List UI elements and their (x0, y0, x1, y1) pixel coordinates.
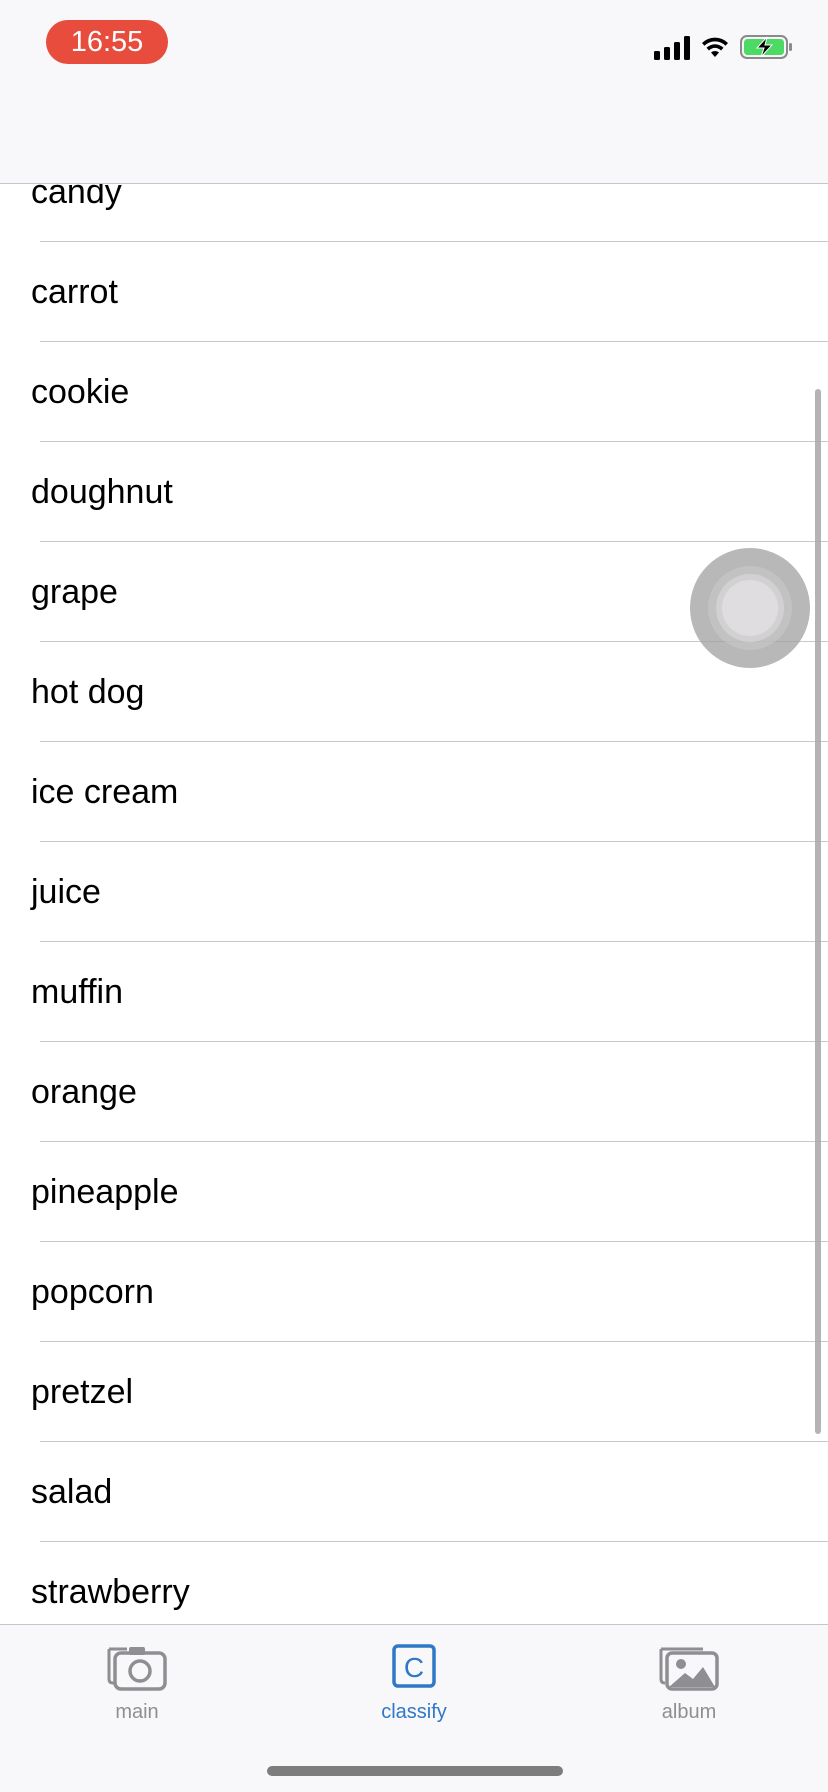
tab-album-label: album (661, 1701, 717, 1723)
app-screen: 16:55 candy carrot cookie doughnut grape hot … (0, 0, 828, 1792)
status-icons (654, 32, 794, 62)
list-item[interactable]: salad (0, 1442, 828, 1542)
list-item-label: popcorn (31, 1273, 154, 1311)
list-item-label: pineapple (31, 1173, 179, 1211)
svg-text:C: C (404, 1652, 424, 1683)
list-item[interactable]: ice cream (0, 742, 828, 842)
list-item-label: carrot (31, 273, 118, 311)
list-item[interactable]: pineapple (0, 1142, 828, 1242)
list-item-label: hot dog (31, 673, 145, 711)
category-list[interactable]: candy carrot cookie doughnut grape hot dog ice… (0, 184, 828, 1624)
list-item-label: candy (31, 184, 122, 211)
home-indicator[interactable] (267, 1766, 563, 1776)
list-item[interactable]: juice (0, 842, 828, 942)
list-item-label: muffin (31, 973, 123, 1011)
list-item[interactable]: carrot (0, 242, 828, 342)
list-item[interactable]: popcorn (0, 1242, 828, 1342)
status-time: 16:55 (46, 20, 168, 64)
classify-icon: C (392, 1644, 436, 1688)
list-item-label: cookie (31, 373, 130, 411)
battery-charging-icon (740, 35, 792, 59)
list-item[interactable]: strawberry (0, 1542, 828, 1624)
list-item[interactable]: cookie (0, 342, 828, 442)
tab-classify[interactable]: C classify (334, 1639, 494, 1739)
assistive-touch-button[interactable] (690, 548, 810, 668)
list-item[interactable]: candy (0, 184, 828, 242)
list-item[interactable]: doughnut (0, 442, 828, 542)
wifi-icon (702, 37, 728, 57)
list-item[interactable]: pretzel (0, 1342, 828, 1442)
list-item[interactable]: muffin (0, 942, 828, 1042)
status-bar: 16:55 (0, 0, 828, 184)
list-item-label: strawberry (31, 1573, 190, 1611)
list-item-label: pretzel (31, 1373, 134, 1411)
list-item-label: grape (31, 573, 118, 611)
list-item[interactable]: hot dog (0, 642, 828, 742)
list-item-label: ice cream (31, 773, 179, 811)
tab-main[interactable]: main (57, 1639, 217, 1739)
scroll-indicator[interactable] (815, 389, 821, 1434)
list-item-label: salad (31, 1473, 113, 1511)
category-list-content: candy carrot cookie doughnut grape hot dog ice… (0, 184, 828, 1624)
camera-icon (107, 1647, 167, 1691)
cellular-signal-icon (654, 34, 690, 60)
list-item-label: juice (31, 873, 101, 911)
tab-classify-label: classify (381, 1701, 447, 1723)
list-item-label: doughnut (31, 473, 173, 511)
list-item[interactable]: orange (0, 1042, 828, 1142)
tab-album[interactable]: album (609, 1639, 769, 1739)
photo-album-icon (659, 1647, 719, 1691)
list-item-label: orange (31, 1073, 137, 1111)
tab-main-label: main (115, 1701, 159, 1723)
